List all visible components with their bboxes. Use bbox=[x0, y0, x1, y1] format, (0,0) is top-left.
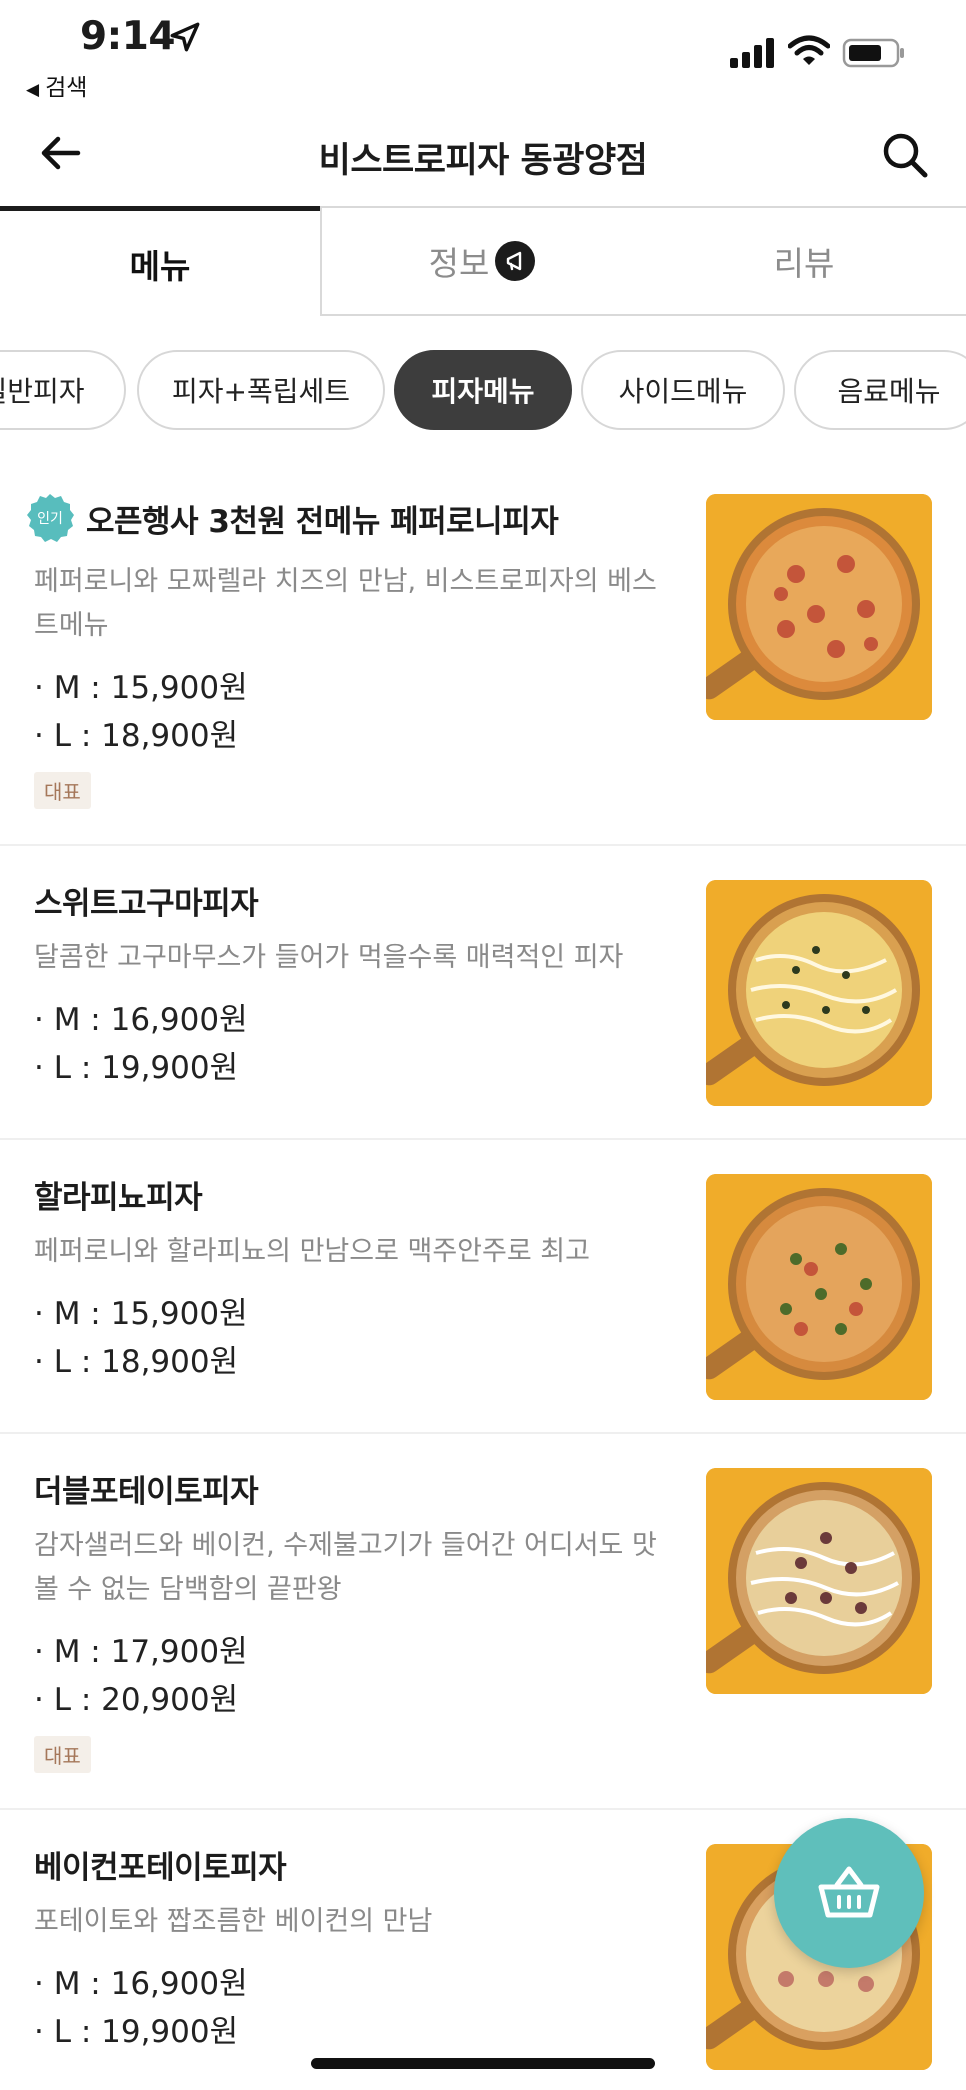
pepperoni-pizza-image bbox=[706, 494, 932, 720]
popular-badge-text: 인기 bbox=[37, 511, 63, 527]
item-price-l: · L : 19,900원 bbox=[34, 1050, 239, 1086]
item-description: 페퍼로니와 모짜렐라 치즈의 만남, 비스트로피자의 베스트메뉴 bbox=[34, 566, 657, 641]
sweet-potato-pizza-image bbox=[706, 880, 932, 1106]
item-price-m: · M : 16,900원 bbox=[34, 1002, 248, 1038]
item-title-row: 스위트고구마피자 bbox=[34, 878, 259, 923]
double-potato-pizza-image bbox=[706, 1468, 932, 1694]
wifi-icon bbox=[788, 35, 830, 65]
representative-tag: 대표 bbox=[34, 1736, 91, 1773]
menu-item[interactable]: 인기 오픈행사 3천원 전메뉴 페퍼로니피자 페퍼로니와 모짜렐라 치즈의 만남… bbox=[0, 462, 966, 846]
item-title-row: 베이컨포테이토피자 bbox=[34, 1842, 287, 1887]
app-screen: 9:14 ◀ 검색 비스트로피자 동광양점 메뉴 정보 리뷰 반피자 피자+폭립… bbox=[0, 0, 966, 2090]
tab-info-label: 정보 bbox=[428, 244, 490, 283]
popular-badge-icon: 인기 bbox=[27, 494, 74, 542]
representative-tag: 대표 bbox=[34, 772, 91, 809]
tab-review[interactable]: 리뷰 bbox=[642, 206, 966, 316]
location-arrow-icon bbox=[170, 22, 200, 52]
status-bar: 9:14 ◀ 검색 bbox=[0, 0, 966, 105]
item-price-l: · L : 19,900원 bbox=[34, 2014, 239, 2050]
item-name: 오픈행사 3천원 전메뉴 페퍼로니피자 bbox=[86, 503, 559, 540]
item-description: 감자샐러드와 베이컨, 수제불고기가 들어간 어디서도 맛볼 수 없는 담백함의… bbox=[34, 1530, 657, 1605]
tab-menu[interactable]: 메뉴 bbox=[0, 206, 320, 316]
tab-info[interactable]: 정보 bbox=[320, 206, 642, 316]
item-title-row: 할라피뇨피자 bbox=[34, 1172, 203, 1217]
chip-label: 일반피자 bbox=[0, 375, 85, 408]
chip-drink-menu[interactable]: 음료메뉴 bbox=[794, 350, 966, 430]
chip-side-menu[interactable]: 사이드메뉴 bbox=[581, 350, 785, 430]
item-price-m: · M : 17,900원 bbox=[34, 1634, 248, 1670]
item-title-row: 더블포테이토피자 bbox=[34, 1466, 259, 1511]
store-tabs: 메뉴 정보 리뷰 bbox=[0, 206, 966, 318]
item-name: 베이컨포테이토피자 bbox=[34, 1850, 287, 1886]
status-time: 9:14 bbox=[80, 14, 176, 59]
home-indicator bbox=[311, 2058, 655, 2069]
chip-label: 사이드메뉴 bbox=[618, 375, 748, 408]
battery-icon bbox=[842, 38, 904, 68]
item-price-l: · L : 18,900원 bbox=[34, 1344, 239, 1380]
category-chips: 일반피자 피자+폭립세트 피자메뉴 사이드메뉴 음료메뉴 bbox=[0, 350, 966, 434]
chip-label: 피자메뉴 bbox=[431, 375, 535, 408]
item-description: 달콤한 고구마무스가 들어가 먹을수록 매력적인 피자 bbox=[34, 942, 624, 973]
chip-pizza-menu[interactable]: 피자메뉴 bbox=[394, 350, 572, 430]
megaphone-icon bbox=[495, 241, 536, 281]
menu-item[interactable]: 할라피뇨피자 페퍼로니와 할라피뇨의 만남으로 맥주안주로 최고 · M : 1… bbox=[0, 1140, 966, 1434]
item-name: 할라피뇨피자 bbox=[34, 1180, 203, 1216]
item-price-m: · M : 16,900원 bbox=[34, 1966, 248, 2002]
item-price-l: · L : 18,900원 bbox=[34, 718, 239, 754]
chip-regular-pizza[interactable]: 일반피자 bbox=[0, 350, 126, 430]
menu-item[interactable]: 스위트고구마피자 달콤한 고구마무스가 들어가 먹을수록 매력적인 피자 · M… bbox=[0, 846, 966, 1140]
menu-item[interactable]: 더블포테이토피자 감자샐러드와 베이컨, 수제불고기가 들어간 어디서도 맛볼 … bbox=[0, 1434, 966, 1810]
search-icon[interactable] bbox=[880, 130, 930, 180]
jalapeno-pizza-image bbox=[706, 1174, 932, 1400]
tab-review-label: 리뷰 bbox=[773, 244, 835, 283]
tab-menu-label: 메뉴 bbox=[129, 246, 191, 286]
item-title-row: 인기 오픈행사 3천원 전메뉴 페퍼로니피자 bbox=[24, 492, 559, 544]
cart-button[interactable] bbox=[774, 1818, 924, 1968]
store-title: 비스트로피자 동광양점 bbox=[318, 141, 648, 181]
cellular-signal-icon bbox=[730, 38, 774, 68]
chip-pizza-ribs-set[interactable]: 피자+폭립세트 bbox=[137, 350, 385, 430]
item-description: 포테이토와 짭조름한 베이컨의 만남 bbox=[34, 1906, 433, 1937]
back-app-label: 검색 bbox=[45, 75, 88, 101]
back-triangle-icon: ◀ bbox=[26, 80, 40, 100]
chip-label: 피자+폭립세트 bbox=[171, 375, 351, 408]
back-to-search-app[interactable]: ◀ 검색 bbox=[26, 68, 87, 102]
item-name: 더블포테이토피자 bbox=[34, 1474, 259, 1510]
item-price-m: · M : 15,900원 bbox=[34, 670, 248, 706]
store-header: 비스트로피자 동광양점 bbox=[0, 112, 966, 198]
chip-label: 음료메뉴 bbox=[837, 375, 941, 408]
item-name: 스위트고구마피자 bbox=[34, 886, 259, 922]
basket-icon bbox=[818, 1866, 880, 1918]
item-price-l: · L : 20,900원 bbox=[34, 1682, 239, 1718]
item-description: 페퍼로니와 할라피뇨의 만남으로 맥주안주로 최고 bbox=[34, 1236, 590, 1267]
item-price-m: · M : 15,900원 bbox=[34, 1296, 248, 1332]
